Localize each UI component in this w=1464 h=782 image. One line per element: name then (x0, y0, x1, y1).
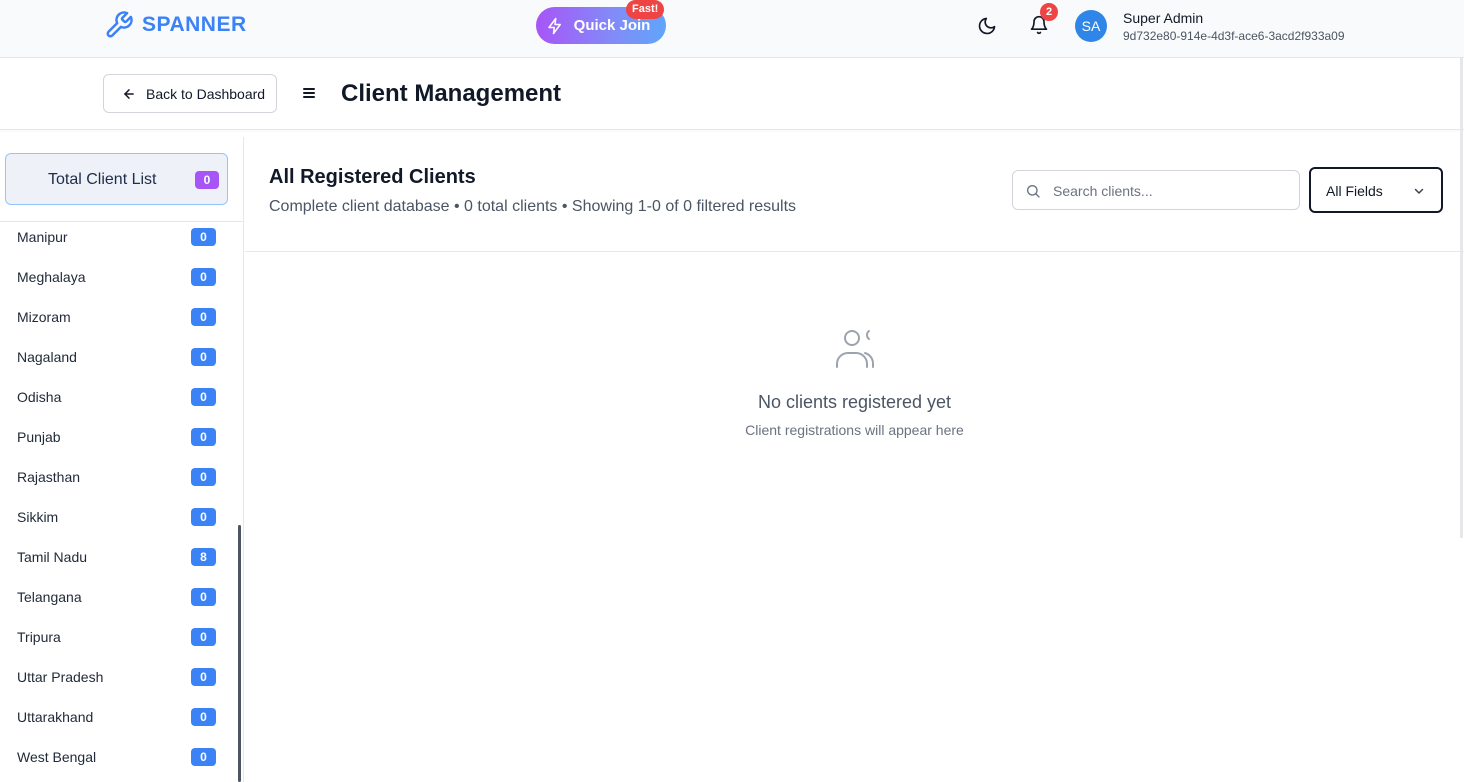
section-title: All Registered Clients (269, 166, 476, 188)
empty-state-subtitle: Client registrations will appear here (745, 422, 964, 438)
state-count-badge: 0 (191, 388, 216, 406)
sidebar-item-state[interactable]: Odisha 0 (0, 377, 240, 417)
total-client-list-label: Total Client List (48, 171, 157, 188)
state-name: Mizoram (17, 309, 71, 325)
brand-logo[interactable]: SPANNER (104, 10, 247, 40)
search-box[interactable] (1012, 170, 1300, 210)
sidebar-item-state[interactable]: Punjab 0 (0, 417, 240, 457)
user-id: 9d732e80-914e-4d3f-ace6-3acd2f933a09 (1123, 29, 1345, 43)
state-count-badge: 0 (191, 228, 216, 246)
sidebar-item-state[interactable]: Tripura 0 (0, 617, 240, 657)
state-name: West Bengal (17, 749, 97, 765)
sidebar-item-state[interactable]: Meghalaya 0 (0, 257, 240, 297)
state-count-badge: 0 (191, 468, 216, 486)
state-count-badge: 8 (191, 548, 216, 566)
section-subtitle: Complete client database • 0 total clien… (269, 198, 797, 215)
state-name: Odisha (17, 389, 62, 405)
field-filter-value: All Fields (1326, 183, 1383, 199)
total-client-list-button[interactable]: Total Client List 0 (5, 153, 228, 205)
sidebar-item-state[interactable]: Uttar Pradesh 0 (0, 657, 240, 697)
state-count-badge: 0 (191, 268, 216, 286)
lightning-icon (547, 17, 561, 34)
state-list: Manipur 0 Meghalaya 0 Mizoram 0 Nagaland 0 Odish… (0, 217, 240, 777)
state-name: Telangana (17, 589, 82, 605)
state-name: Rajasthan (17, 469, 81, 485)
state-count-badge: 0 (191, 708, 216, 726)
state-name: Uttarakhand (17, 709, 94, 725)
main-scrollbar[interactable] (1460, 58, 1463, 538)
state-count-badge: 0 (191, 628, 216, 646)
avatar[interactable]: SA (1075, 10, 1107, 42)
clients-section-header: All Registered Clients Complete client d… (245, 137, 1464, 252)
state-count-badge: 0 (191, 308, 216, 326)
state-count-badge: 0 (191, 588, 216, 606)
state-name: Tripura (17, 629, 61, 645)
fast-badge: Fast! (626, 0, 665, 19)
users-icon (836, 330, 874, 368)
sidebar-item-state[interactable]: Nagaland 0 (0, 337, 240, 377)
sidebar-item-state[interactable]: West Bengal 0 (0, 737, 240, 777)
state-count-badge: 0 (191, 508, 216, 526)
chevron-down-icon (1414, 188, 1424, 194)
sidebar-scrollbar[interactable] (238, 525, 241, 782)
back-to-dashboard-button[interactable]: Back to Dashboard (103, 74, 277, 113)
state-count-badge: 0 (191, 748, 216, 766)
search-icon (1027, 185, 1040, 198)
state-name: Uttar Pradesh (17, 669, 104, 685)
sidebar-item-state[interactable]: Sikkim 0 (0, 497, 240, 537)
search-input[interactable] (1053, 180, 1293, 202)
quick-join-label: Quick Join (573, 17, 651, 34)
field-filter-select[interactable]: All Fields (1309, 167, 1443, 213)
top-navbar: SPANNER Quick Join Fast! 2 SA Super Admi… (0, 0, 1464, 58)
state-name: Manipur (17, 229, 68, 245)
moon-icon[interactable] (977, 16, 997, 36)
state-sidebar: Total Client List 0 Manipur 0 Meghalaya 0 Mi… (0, 137, 244, 782)
state-count-badge: 0 (191, 348, 216, 366)
notification-count-badge: 2 (1040, 3, 1058, 21)
sidebar-item-state[interactable]: Telangana 0 (0, 577, 240, 617)
wrench-icon (106, 11, 133, 38)
sidebar-item-state[interactable]: Manipur 0 (0, 217, 240, 257)
arrow-left-icon (124, 88, 134, 99)
state-count-badge: 0 (191, 428, 216, 446)
state-name: Nagaland (17, 349, 77, 365)
hamburger-menu-icon[interactable] (301, 85, 317, 101)
total-client-count-badge: 0 (195, 171, 219, 189)
state-name: Tamil Nadu (17, 549, 88, 565)
page-header: Back to Dashboard Client Management (0, 58, 1464, 130)
brand-name: SPANNER (142, 13, 247, 36)
state-count-badge: 0 (191, 668, 216, 686)
empty-state-title: No clients registered yet (757, 392, 952, 412)
user-name: Super Admin (1123, 10, 1204, 26)
state-name: Meghalaya (17, 269, 86, 285)
sidebar-item-state[interactable]: Rajasthan 0 (0, 457, 240, 497)
state-name: Sikkim (17, 509, 59, 525)
sidebar-item-state[interactable]: Mizoram 0 (0, 297, 240, 337)
sidebar-item-state[interactable]: Tamil Nadu 8 (0, 537, 240, 577)
back-to-dashboard-label: Back to Dashboard (146, 85, 266, 102)
page-title: Client Management (341, 80, 562, 107)
state-name: Punjab (17, 429, 61, 445)
sidebar-item-state[interactable]: Uttarakhand 0 (0, 697, 240, 737)
